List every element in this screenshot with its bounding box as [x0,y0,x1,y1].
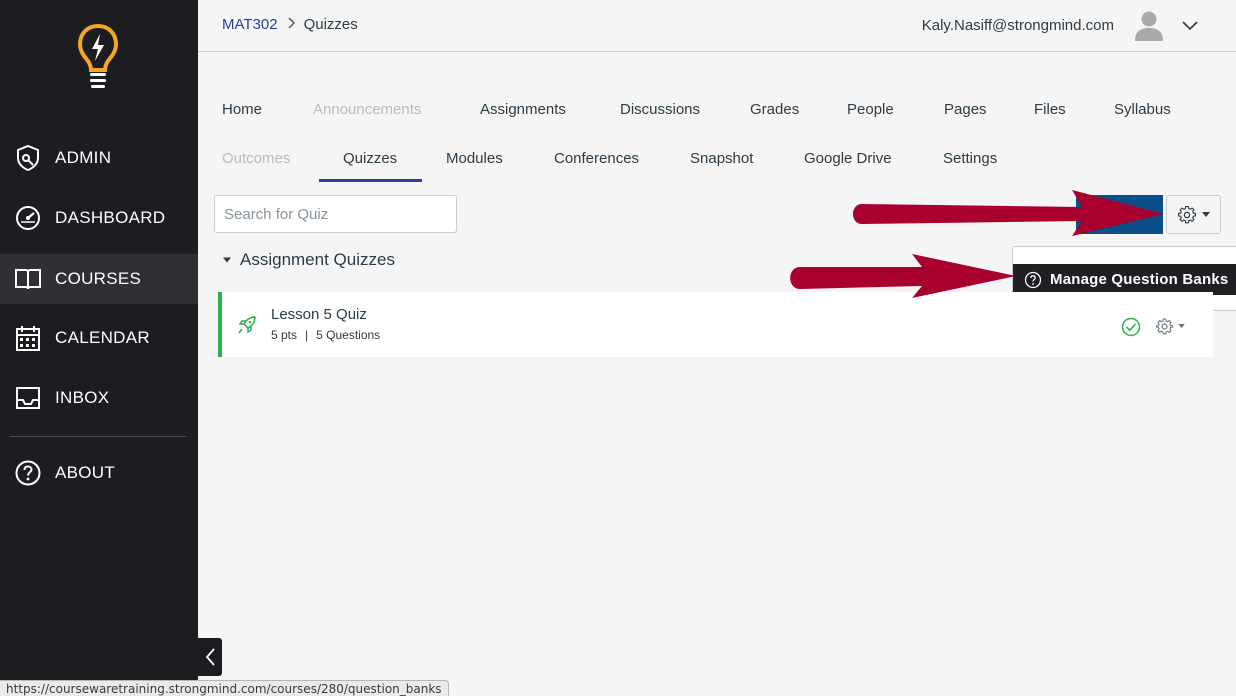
tab-assignments[interactable]: Assignments [480,101,566,118]
sidebar-item-label: INBOX [55,388,110,407]
published-check-icon[interactable] [1121,317,1141,337]
inbox-icon [14,384,42,412]
quiz-row-settings-button[interactable] [1156,317,1192,335]
tab-pages[interactable]: Pages [944,101,987,118]
collapse-sidebar-button[interactable] [198,638,222,676]
tab-quizzes[interactable]: Quizzes [343,150,397,167]
assignment-quizzes-toggle[interactable]: Assignment Quizzes [222,250,395,270]
manage-question-banks-item[interactable]: Manage Question Banks [1013,264,1236,295]
chevron-left-icon [205,648,215,666]
quiz-settings-button[interactable] [1166,195,1221,234]
chevron-down-icon[interactable] [1180,16,1200,36]
caret-down-icon [1201,211,1210,217]
sidebar-item-label: ADMIN [55,148,112,167]
tab-discussions[interactable]: Discussions [620,101,700,118]
tab-outcomes[interactable]: Outcomes [222,150,290,167]
page-header: MAT302 Quizzes Kaly.Nasiff@strongmind.co… [198,0,1236,52]
sidebar-item-about[interactable]: ABOUT [0,448,198,498]
tab-settings[interactable]: Settings [943,150,997,167]
tab-announcements[interactable]: Announcements [313,101,421,118]
meta-separator: | [305,328,309,342]
dropdown-item-label: Manage Question Banks [1050,271,1229,288]
sidebar-item-label: COURSES [55,269,142,288]
question-icon [14,459,42,487]
tab-modules[interactable]: Modules [446,150,503,167]
tab-syllabus[interactable]: Syllabus [1114,101,1171,118]
sidebar-item-calendar[interactable]: CALENDAR [0,313,198,363]
sidebar-divider [10,436,186,437]
tab-files[interactable]: Files [1034,101,1066,118]
shield-icon [14,144,42,172]
caret-down-icon [1178,323,1185,328]
search-quiz-input[interactable] [214,195,457,233]
annotation-arrow-icon [790,254,1016,298]
speedometer-icon [14,204,42,232]
quiz-question-count: 5 Questions [316,328,381,342]
sidebar-item-label: DASHBOARD [55,208,166,227]
tab-grades[interactable]: Grades [750,101,799,118]
quiz-title-link[interactable]: Lesson 5 Quiz [271,306,367,323]
quiz-points: 5 pts [271,328,298,342]
status-bar-url: https://coursewaretraining.strongmind.co… [0,680,449,696]
gear-icon [1156,318,1173,334]
quiz-meta: 5 pts | 5 Questions [271,328,380,342]
breadcrumb-current: Quizzes [303,16,358,33]
chevron-right-icon [287,17,295,32]
calendar-icon [14,324,42,352]
book-icon [14,265,42,293]
sidebar-item-courses[interactable]: COURSES [0,254,198,304]
sidebar-item-label: ABOUT [55,463,116,482]
sidebar-item-admin[interactable]: ADMIN [0,133,198,183]
sidebar-item-inbox[interactable]: INBOX [0,373,198,423]
global-nav-sidebar: ADMIN DASHBOARD COURSES CALENDAR INBOX A… [0,0,198,696]
active-tab-indicator [319,179,422,182]
sidebar-item-dashboard[interactable]: DASHBOARD [0,193,198,243]
breadcrumb: MAT302 Quizzes [222,16,358,33]
section-title: Assignment Quizzes [240,250,395,269]
tab-home[interactable]: Home [222,101,262,118]
rocket-icon [238,316,256,334]
tab-conferences[interactable]: Conferences [554,150,639,167]
user-email[interactable]: Kaly.Nasiff@strongmind.com [922,17,1114,34]
caret-down-icon [223,257,231,263]
sidebar-item-label: CALENDAR [55,328,150,347]
tab-google-drive[interactable]: Google Drive [804,150,892,167]
lightbulb-logo-icon[interactable] [76,22,120,90]
gear-icon [1177,205,1196,223]
annotation-arrow-icon [853,190,1164,236]
tab-people[interactable]: People [847,101,894,118]
question-circle-icon [1024,271,1042,288]
breadcrumb-course-link[interactable]: MAT302 [222,16,278,33]
avatar-icon[interactable] [1132,8,1166,42]
tab-snapshot[interactable]: Snapshot [690,150,753,167]
quiz-row[interactable]: Lesson 5 Quiz 5 pts | 5 Questions [218,292,1213,357]
